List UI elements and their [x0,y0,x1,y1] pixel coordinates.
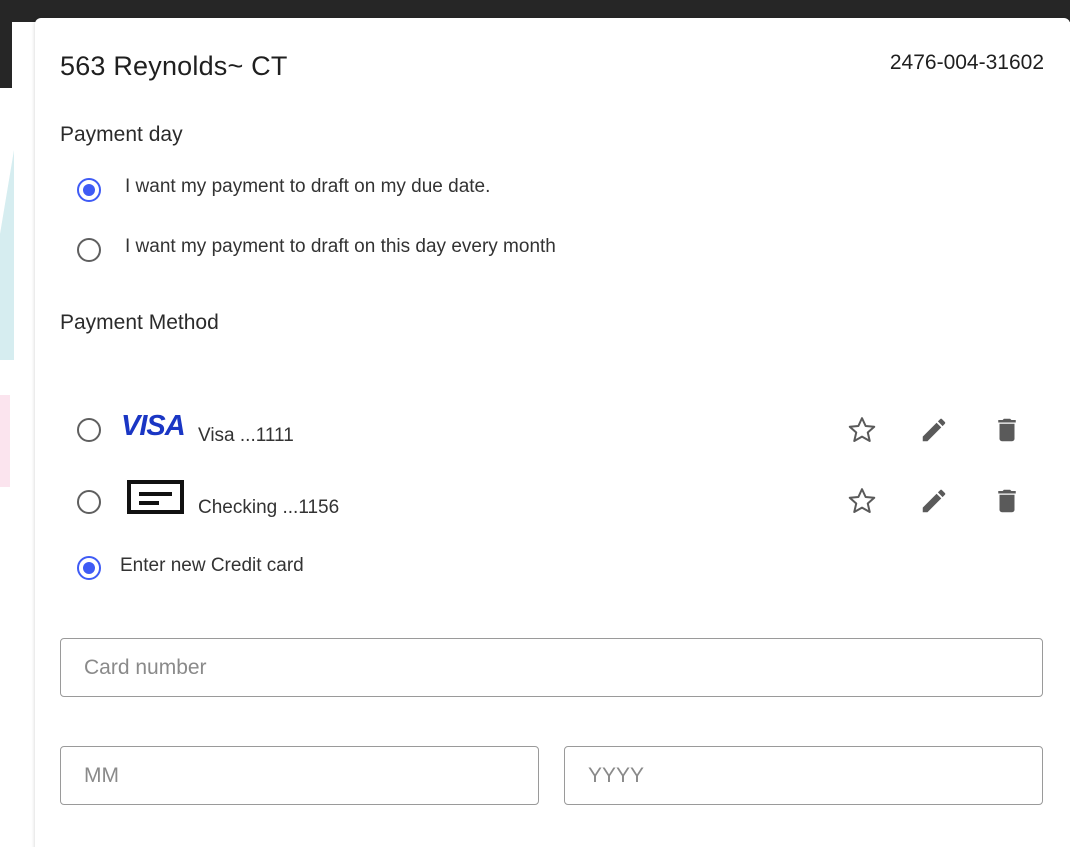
payment-day-title: Payment day [60,123,183,146]
checking-delete-trash-icon[interactable] [991,485,1023,517]
new-card-radio[interactable] [77,556,101,580]
fixed-day-option-label[interactable]: I want my payment to draft on this day e… [125,236,556,258]
autopay-card: 563 Reynolds~ CT 2476-004-31602 Payment … [35,18,1070,847]
new-card-option-label[interactable]: Enter new Credit card [120,555,304,577]
checking-method-radio[interactable] [77,490,101,514]
visa-edit-pencil-icon[interactable] [918,414,950,446]
background-dark-edge [0,0,12,88]
visa-delete-trash-icon[interactable] [991,414,1023,446]
card-number-input[interactable] [60,638,1043,697]
visa-favorite-star-icon[interactable] [846,414,878,446]
checking-method-label: Checking ...1156 [198,497,340,518]
expiry-month-input[interactable] [60,746,539,805]
property-address: 563 Reynolds~ CT [60,51,288,81]
account-number: 2476-004-31602 [889,51,1044,74]
checking-favorite-star-icon[interactable] [846,485,878,517]
checking-edit-pencil-icon[interactable] [918,485,950,517]
bank-check-icon [127,480,184,514]
payment-method-title: Payment Method [60,311,219,334]
visa-method-label: Visa ...1111 [198,425,294,446]
background-pink-shape [0,395,10,487]
due-date-radio[interactable] [77,178,101,202]
background-cyan-shape [0,150,14,360]
visa-method-radio[interactable] [77,418,101,442]
expiry-year-input[interactable] [564,746,1043,805]
due-date-option-label[interactable]: I want my payment to draft on my due dat… [125,176,490,198]
fixed-day-radio[interactable] [77,238,101,262]
visa-logo: VISA [121,410,186,442]
